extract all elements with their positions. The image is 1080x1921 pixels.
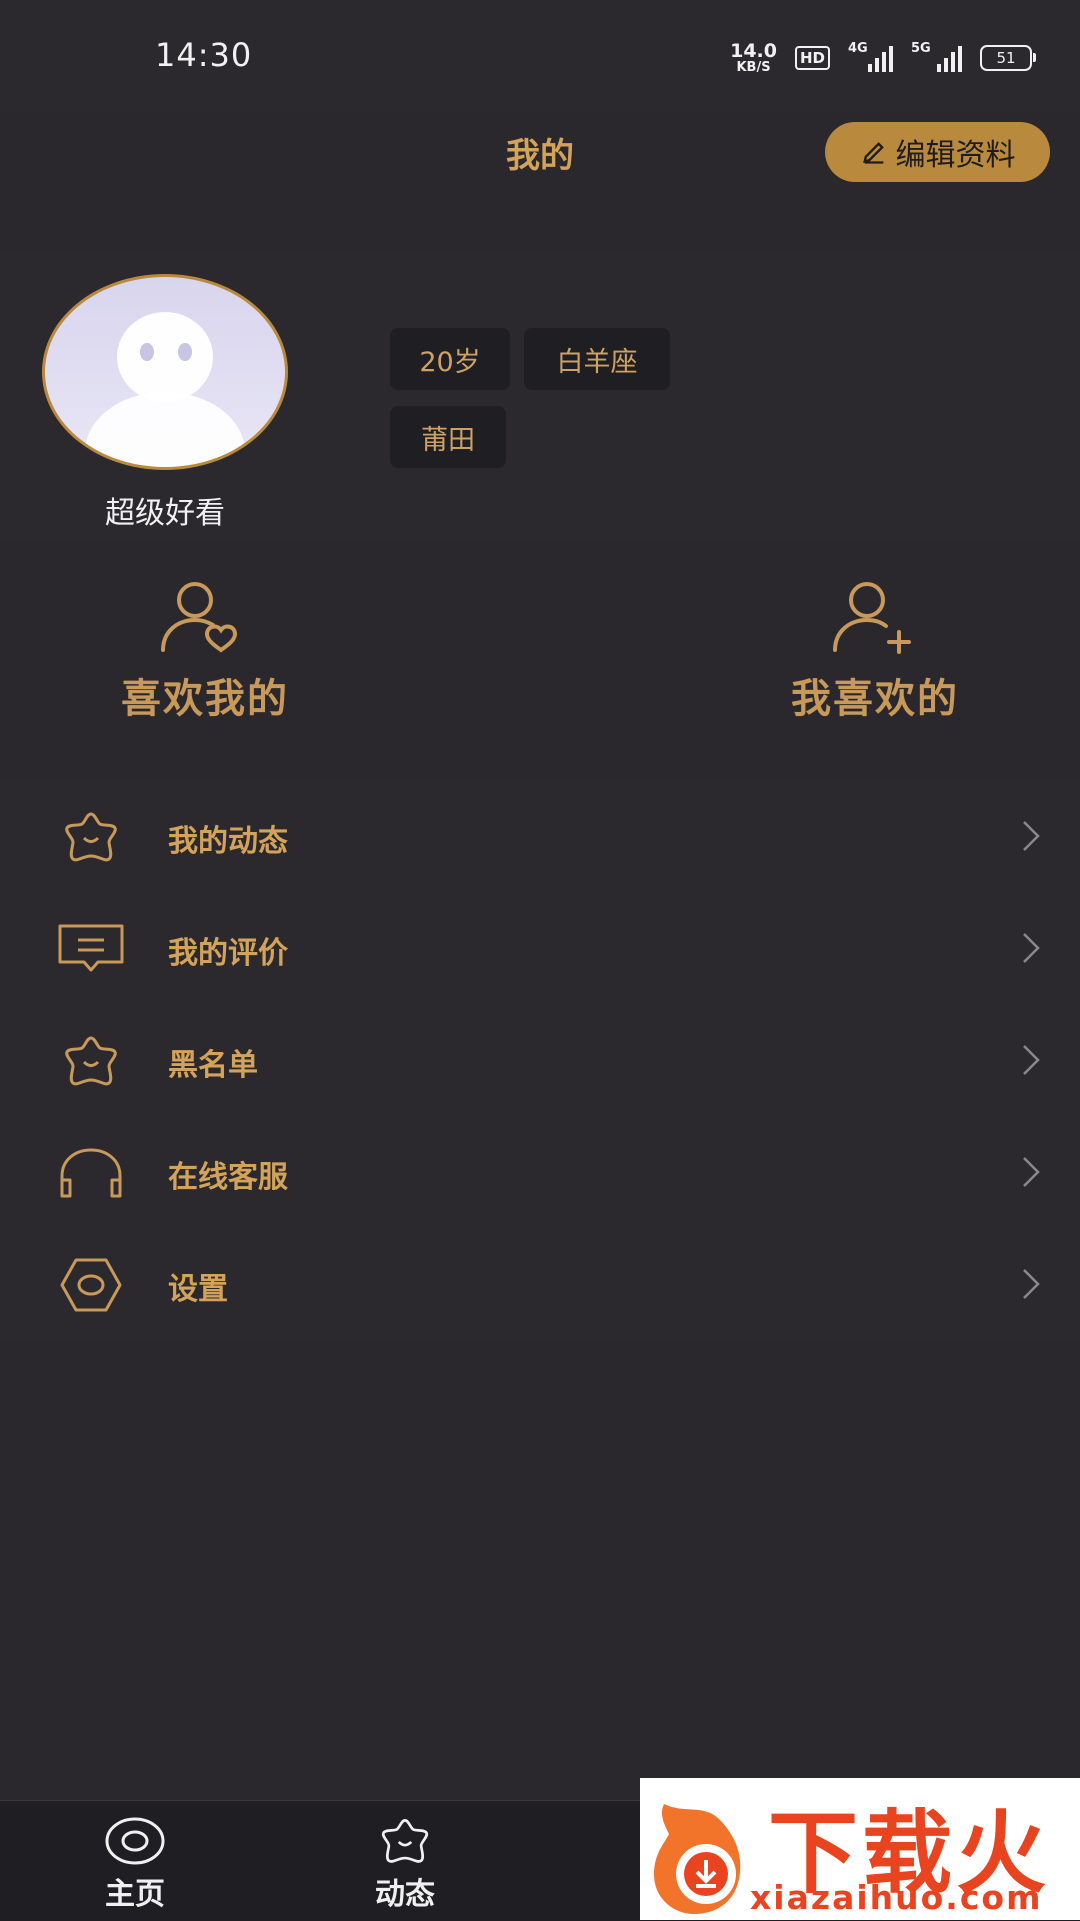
menu-list: 我的动态 我的评价 黑名单 在线客服 设置 xyxy=(0,780,1080,1340)
i-liked-entry[interactable]: 我喜欢的 xyxy=(725,578,1025,724)
status-time: 14:30 xyxy=(155,36,253,74)
menu-item-settings[interactable]: 设置 xyxy=(0,1228,1080,1340)
flame-logo-icon xyxy=(654,1804,741,1914)
star-smile-icon xyxy=(381,1819,429,1863)
settings-icon xyxy=(60,1258,122,1312)
tab-moments[interactable]: 动态 xyxy=(325,1815,485,1913)
avatar[interactable] xyxy=(42,274,288,470)
menu-item-label: 在线客服 xyxy=(168,1160,288,1195)
avatar-image xyxy=(85,312,245,467)
watermark-url: xiazaihuo.com xyxy=(750,1878,1043,1917)
liked-me-entry[interactable]: 喜欢我的 xyxy=(55,578,355,724)
pencil-icon xyxy=(862,142,884,164)
profile-card: 超级好看 20岁 白羊座 莆田 xyxy=(0,250,1080,540)
network-speed-unit: KB/S xyxy=(736,60,771,75)
star-smile-icon xyxy=(65,812,117,862)
tag-zodiac: 白羊座 xyxy=(524,328,670,390)
signal-5g-icon: 5G xyxy=(911,41,962,72)
chevron-right-icon xyxy=(1023,1269,1040,1299)
tag-age: 20岁 xyxy=(390,328,510,390)
battery-icon: 51 xyxy=(980,45,1036,71)
signal-5g-label: 5G xyxy=(911,41,931,56)
edit-profile-label: 编辑资料 xyxy=(895,138,1016,173)
menu-item-label: 我的动态 xyxy=(168,824,288,859)
chevron-right-icon xyxy=(1023,821,1040,851)
menu-item-label: 设置 xyxy=(168,1272,228,1307)
menu-item-my-moments[interactable]: 我的动态 xyxy=(0,780,1080,892)
status-icons: 14.0 KB/S HD 4G 5G 51 xyxy=(730,38,1036,78)
home-icon xyxy=(105,1817,165,1865)
hd-voice-icon: HD xyxy=(794,46,830,70)
liked-me-label: 喜欢我的 xyxy=(121,676,289,722)
signal-4g-label: 4G xyxy=(848,41,868,56)
menu-item-my-reviews[interactable]: 我的评价 xyxy=(0,892,1080,1004)
watermark: 下载火 xiazaihuo.com xyxy=(640,1778,1080,1920)
tab-home-label: 主页 xyxy=(105,1877,165,1912)
tab-home[interactable]: 主页 xyxy=(55,1815,215,1913)
chevron-right-icon xyxy=(1023,933,1040,963)
tag-city: 莆田 xyxy=(390,406,506,468)
chevron-right-icon xyxy=(1023,1045,1040,1075)
menu-item-blacklist[interactable]: 黑名单 xyxy=(0,1004,1080,1116)
edit-profile-button[interactable]: 编辑资料 xyxy=(825,122,1050,182)
user-heart-icon xyxy=(161,582,238,653)
network-speed-value: 14.0 xyxy=(730,40,777,62)
signal-4g-icon: 4G xyxy=(848,41,893,72)
headphones-icon xyxy=(60,1148,122,1198)
network-speed: 14.0 KB/S xyxy=(730,40,777,75)
status-bar: 14:30 14.0 KB/S HD 4G 5G 51 xyxy=(0,0,1080,112)
user-add-icon xyxy=(833,582,911,654)
menu-item-label: 黑名单 xyxy=(168,1048,258,1083)
message-icon xyxy=(58,924,124,972)
i-liked-label: 我喜欢的 xyxy=(791,676,959,722)
menu-item-customer-service[interactable]: 在线客服 xyxy=(0,1116,1080,1228)
tab-moments-label: 动态 xyxy=(375,1877,435,1912)
nickname: 超级好看 xyxy=(105,496,225,531)
chevron-right-icon xyxy=(1023,1157,1040,1187)
star-smile-icon xyxy=(65,1036,117,1086)
menu-item-label: 我的评价 xyxy=(168,936,288,971)
